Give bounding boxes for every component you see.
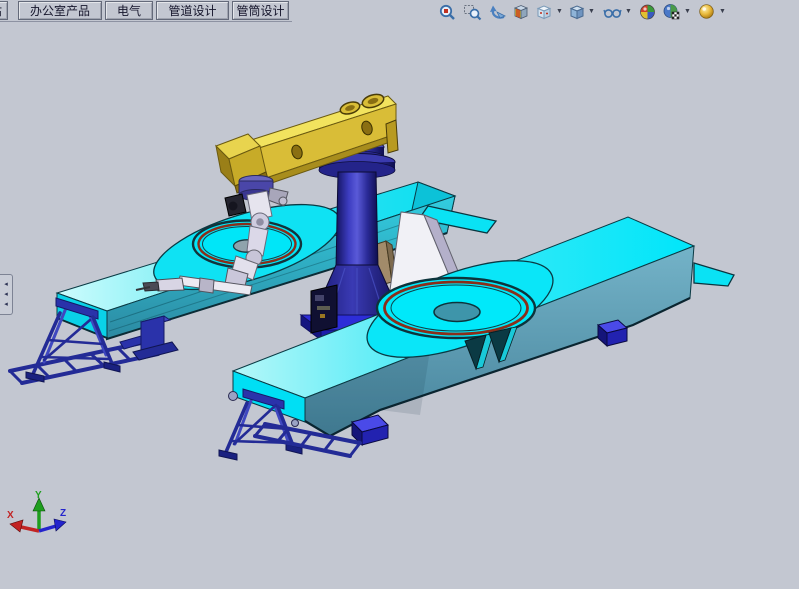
panel-arrow-icon: ◂ — [4, 280, 8, 289]
hide-show-items-icon[interactable] — [603, 3, 622, 21]
view-orientation-dropdown[interactable]: ▼ — [555, 7, 564, 17]
tab-piping-design[interactable]: 管道设计 — [156, 1, 229, 20]
view-orientation-icon[interactable] — [535, 3, 554, 21]
rotate-view-icon[interactable] — [488, 3, 507, 21]
viewport-3d[interactable]: Y X Z — [0, 0, 799, 589]
cad-application-window: Y X Z 评估 办公室产品 电气 管道设计 管筒设计 — [0, 0, 799, 589]
triad-z-label: Z — [60, 508, 66, 519]
triad-x-label: X — [7, 510, 14, 521]
tab-office-products[interactable]: 办公室产品 — [18, 1, 102, 20]
edit-appearance-icon[interactable] — [638, 3, 657, 21]
tab-electrical[interactable]: 电气 — [105, 1, 153, 20]
triad-y-label: Y — [35, 490, 42, 501]
reference-triad: Y X Z — [7, 490, 66, 532]
display-style-dropdown[interactable]: ▼ — [587, 7, 596, 17]
view-settings-icon[interactable] — [697, 3, 716, 21]
equipment-box[interactable] — [311, 285, 337, 333]
tab-tubing-design[interactable]: 管筒设计 — [232, 1, 289, 20]
view-settings-dropdown[interactable]: ▼ — [718, 7, 727, 17]
tab-evaluate-partial[interactable]: 评估 — [0, 1, 8, 20]
display-style-icon[interactable] — [568, 3, 587, 21]
zoom-to-area-icon[interactable] — [463, 3, 482, 21]
section-view-icon[interactable] — [512, 3, 531, 21]
apply-scene-icon[interactable] — [662, 3, 681, 21]
hide-show-items-dropdown[interactable]: ▼ — [624, 7, 633, 17]
panel-arrow-icon: ◂ — [4, 290, 8, 299]
apply-scene-dropdown[interactable]: ▼ — [683, 7, 692, 17]
zoom-to-fit-icon[interactable] — [438, 3, 457, 21]
feature-panel-toggle[interactable]: ◂ ◂ ◂ — [0, 274, 13, 315]
tab-strip-divider — [0, 21, 292, 22]
panel-arrow-icon: ◂ — [4, 300, 8, 309]
